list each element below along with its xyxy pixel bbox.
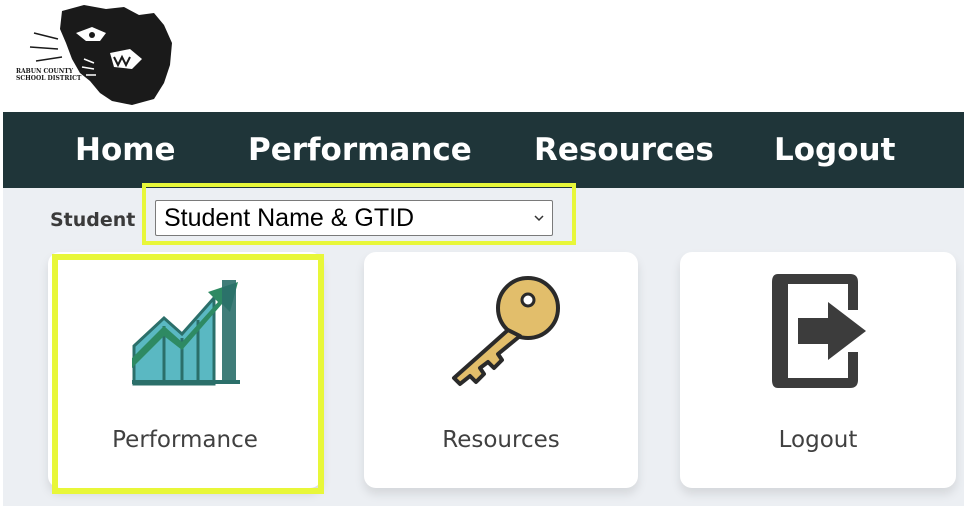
logo-text-line2: SCHOOL DISTRICT [16, 75, 82, 82]
student-select[interactable]: Student Name & GTID [155, 200, 553, 236]
logout-door-icon [772, 274, 866, 388]
key-icon [452, 276, 560, 386]
student-select-value: Student Name & GTID [164, 204, 415, 232]
chevron-down-icon [534, 215, 544, 222]
logo-text-line1: RABUN COUNTY [16, 68, 74, 75]
nav-logout[interactable]: Logout [774, 112, 895, 188]
performance-card[interactable]: Performance [48, 252, 322, 488]
top-nav-bar: Home Performance Resources Logout [3, 112, 964, 188]
chart-growth-icon [132, 280, 240, 386]
resources-card-label: Resources [442, 427, 560, 453]
student-label: Student [50, 209, 136, 231]
performance-card-label: Performance [112, 427, 258, 453]
nav-resources[interactable]: Resources [534, 112, 714, 188]
panther-mascot-logo: RABUN COUNTY SCHOOL DISTRICT [16, 5, 172, 105]
resources-card[interactable]: Resources [364, 252, 638, 488]
nav-performance[interactable]: Performance [248, 112, 472, 188]
logout-card[interactable]: Logout [680, 252, 956, 488]
nav-home[interactable]: Home [75, 112, 176, 188]
logout-card-label: Logout [778, 427, 858, 453]
